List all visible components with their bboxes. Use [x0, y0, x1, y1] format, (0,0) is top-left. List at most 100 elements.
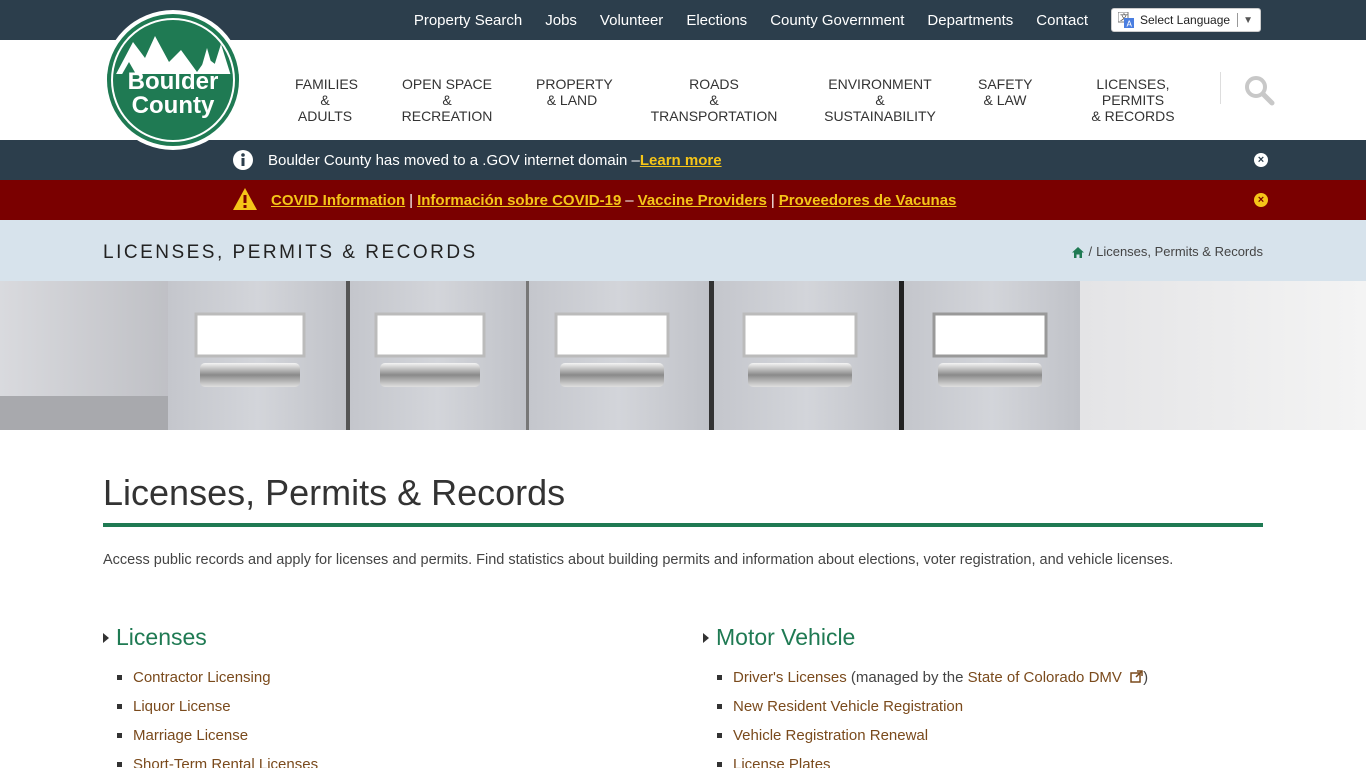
nav-divider	[1220, 72, 1221, 104]
close-icon: ×	[1257, 154, 1265, 166]
covid-informacion-link[interactable]: Información sobre COVID-19	[417, 192, 621, 209]
alert-dash: –	[625, 191, 634, 209]
home-icon[interactable]	[1072, 246, 1085, 258]
language-divider	[1237, 13, 1239, 27]
nav-label-line1: Environment	[828, 76, 932, 92]
close-domain-alert-button[interactable]: ×	[1254, 153, 1268, 167]
list-item: New Resident Vehicle Registration	[717, 692, 1148, 721]
proveedores-vacunas-link[interactable]: Proveedores de Vacunas	[779, 192, 957, 209]
list-item: License Plates	[717, 750, 1148, 768]
alert-separator: |	[409, 191, 414, 209]
liquor-license-link[interactable]: Liquor License	[133, 698, 231, 715]
nav-label-line2: & Records	[1091, 108, 1175, 124]
nav-label-line2: & Transportation	[650, 92, 778, 124]
logo-text-line1: Boulder	[127, 68, 219, 95]
info-icon	[233, 150, 253, 170]
list-item: Liquor License	[117, 692, 318, 721]
nav-label-line1: Property	[536, 76, 613, 92]
colorado-dmv-link[interactable]: State of Colorado DMV	[968, 669, 1122, 686]
nav-environment-sustainability[interactable]: Environment & Sustainability	[820, 76, 940, 124]
nav-label-line1: Open Space	[402, 76, 492, 92]
registration-renewal-link[interactable]: Vehicle Registration Renewal	[733, 727, 928, 744]
utility-link-county-government[interactable]: County Government	[770, 12, 904, 29]
nav-property-land[interactable]: Property & Land	[536, 76, 613, 108]
licenses-heading-label: Licenses	[116, 624, 207, 650]
covid-alert-banner: COVID Information | Información sobre CO…	[0, 180, 1366, 220]
close-covid-alert-button[interactable]: ×	[1254, 193, 1268, 207]
domain-alert-content: Boulder County has moved to a .GOV inter…	[268, 140, 722, 180]
drivers-licenses-link[interactable]: Driver's Licenses	[733, 669, 847, 686]
learn-more-link[interactable]: Learn more	[640, 152, 722, 169]
nav-roads-transportation[interactable]: Roads & Transportation	[648, 76, 780, 124]
domain-alert-banner: Boulder County has moved to a .GOV inter…	[0, 140, 1366, 180]
list-item: Marriage License	[117, 721, 318, 750]
chevron-down-icon: ▼	[1243, 14, 1253, 26]
licenses-heading[interactable]: Licenses	[103, 624, 318, 651]
nav-label-line1: Safety	[978, 76, 1033, 92]
page-title: Licenses, Permits & Records	[103, 472, 566, 513]
warning-icon	[233, 188, 257, 210]
nav-families-adults[interactable]: Families & Adults	[295, 76, 359, 124]
utility-link-elections[interactable]: Elections	[686, 12, 747, 29]
title-underline	[103, 523, 1263, 527]
vaccine-providers-link[interactable]: Vaccine Providers	[638, 192, 767, 209]
motor-vehicle-list: Driver's Licenses (managed by the State …	[703, 663, 1148, 768]
language-select-label: Select Language	[1140, 13, 1231, 27]
utility-links: Property Search Jobs Volunteer Elections…	[391, 0, 1088, 40]
list-item: Vehicle Registration Renewal	[717, 721, 1148, 750]
caret-right-icon	[703, 632, 709, 643]
list-item: Contractor Licensing	[117, 663, 318, 692]
motor-vehicle-heading[interactable]: Motor Vehicle	[703, 624, 1148, 651]
file-cabinet-illustration	[0, 281, 1366, 430]
new-resident-registration-link[interactable]: New Resident Vehicle Registration	[733, 698, 963, 715]
utility-link-contact[interactable]: Contact	[1036, 12, 1088, 29]
list-item: Driver's Licenses (managed by the State …	[717, 663, 1148, 692]
nav-label-line1: Roads	[689, 76, 739, 92]
drivers-licenses-note: (managed by the	[846, 669, 968, 686]
utility-link-property-search[interactable]: Property Search	[414, 12, 522, 29]
nav-safety-law[interactable]: Safety & Law	[978, 76, 1032, 108]
utility-link-departments[interactable]: Departments	[927, 12, 1013, 29]
breadcrumb: / Licenses, Permits & Records	[1072, 244, 1263, 259]
marriage-license-link[interactable]: Marriage License	[133, 727, 248, 744]
nav-label-line2: & Recreation	[401, 92, 493, 124]
motor-vehicle-heading-label: Motor Vehicle	[716, 624, 856, 650]
drivers-licenses-note-end: )	[1143, 669, 1149, 686]
short-term-rental-link[interactable]: Short-Term Rental Licenses	[133, 756, 318, 768]
section-title: Licenses, Permits & Records	[103, 242, 478, 263]
utility-link-volunteer[interactable]: Volunteer	[600, 12, 663, 29]
licenses-column: Licenses Contractor Licensing Liquor Lic…	[103, 624, 318, 768]
page-intro: Access public records and apply for lice…	[103, 552, 1174, 568]
search-icon[interactable]	[1243, 74, 1275, 106]
nav-open-space-recreation[interactable]: Open Space & Recreation	[398, 76, 496, 124]
hero-file-cabinets-image	[0, 281, 1366, 430]
close-icon: ×	[1257, 194, 1265, 206]
license-plates-link[interactable]: License Plates	[733, 756, 831, 768]
covid-information-link[interactable]: COVID Information	[271, 192, 405, 209]
svg-text:A: A	[1127, 20, 1133, 29]
nav-label-line2: & Land	[546, 92, 598, 108]
contractor-licensing-link[interactable]: Contractor Licensing	[133, 669, 271, 686]
motor-vehicle-column: Motor Vehicle Driver's Licenses (managed…	[703, 624, 1148, 768]
breadcrumb-current: Licenses, Permits & Records	[1096, 244, 1263, 259]
external-link-icon	[1130, 664, 1143, 683]
alert-separator: |	[770, 191, 775, 209]
domain-alert-text: Boulder County has moved to a .GOV inter…	[268, 151, 640, 169]
nav-label-line2: & Sustainability	[824, 92, 936, 124]
boulder-county-logo[interactable]: Boulder County	[103, 10, 243, 150]
nav-label-line1: Licenses, Permits	[1096, 76, 1170, 108]
nav-licenses-permits-records[interactable]: Licenses, Permits & Records	[1070, 76, 1196, 124]
logo-text-line2: County	[131, 92, 215, 119]
nav-label-line2: & Adults	[297, 92, 353, 124]
utility-link-jobs[interactable]: Jobs	[545, 12, 577, 29]
section-title-band: Licenses, Permits & Records / Licenses, …	[0, 220, 1366, 281]
nav-label-line2: & Law	[983, 92, 1027, 108]
language-select[interactable]: 文 A Select Language ▼	[1111, 8, 1261, 32]
caret-right-icon	[103, 632, 109, 643]
translate-icon: 文 A	[1117, 11, 1134, 29]
covid-alert-content: COVID Information | Información sobre CO…	[271, 180, 956, 220]
list-item: Short-Term Rental Licenses	[117, 750, 318, 768]
nav-label-line1: Families	[295, 76, 359, 92]
breadcrumb-separator: /	[1088, 244, 1093, 259]
licenses-list: Contractor Licensing Liquor License Marr…	[103, 663, 318, 768]
